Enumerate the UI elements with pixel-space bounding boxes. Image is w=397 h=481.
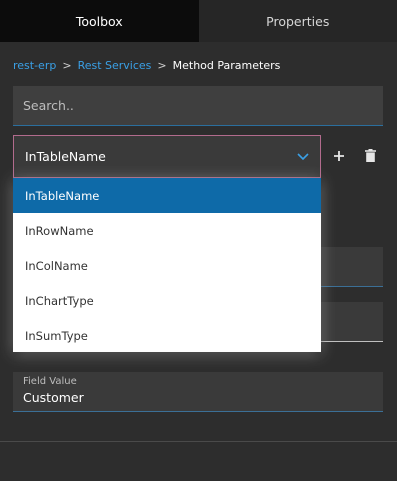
trash-icon	[364, 147, 376, 166]
field-value-label: Field Value	[23, 376, 77, 387]
tab-properties[interactable]: Properties	[198, 0, 397, 42]
breadcrumb-link-rest-erp[interactable]: rest-erp	[13, 59, 56, 72]
delete-parameter-button[interactable]	[361, 147, 379, 165]
tab-label: Toolbox	[75, 13, 123, 29]
tab-toolbox[interactable]: Toolbox	[0, 0, 199, 42]
chevron-down-icon	[297, 151, 309, 163]
breadcrumb: rest-erp > Rest Services > Method Parame…	[13, 58, 280, 72]
breadcrumb-separator: >	[62, 58, 72, 72]
field-value-text: Customer	[23, 390, 84, 405]
plus-icon	[333, 147, 345, 166]
breadcrumb-separator: >	[157, 58, 167, 72]
breadcrumb-current: Method Parameters	[172, 58, 281, 72]
dropdown-option-insumtype[interactable]: InSumType	[13, 318, 321, 353]
panel-tabs: Toolbox Properties	[0, 0, 397, 42]
field-value-input[interactable]: Field Value Customer	[13, 372, 383, 412]
add-parameter-button[interactable]	[330, 147, 348, 165]
search-input[interactable]	[13, 86, 383, 126]
dropdown-option-intablename[interactable]: InTableName	[13, 178, 321, 213]
section-divider	[0, 441, 397, 442]
dropdown-option-incolname[interactable]: InColName	[13, 248, 321, 283]
dropdown-option-inrowname[interactable]: InRowName	[13, 213, 321, 248]
parameter-select[interactable]: InTableName	[13, 135, 321, 178]
parameter-select-value: InTableName	[25, 149, 106, 164]
tab-label: Properties	[266, 13, 330, 29]
parameter-dropdown-menu: InTableName InRowName InColName InChartT…	[13, 178, 321, 352]
breadcrumb-link-rest-services[interactable]: Rest Services	[78, 59, 152, 72]
dropdown-option-incharttype[interactable]: InChartType	[13, 283, 321, 318]
